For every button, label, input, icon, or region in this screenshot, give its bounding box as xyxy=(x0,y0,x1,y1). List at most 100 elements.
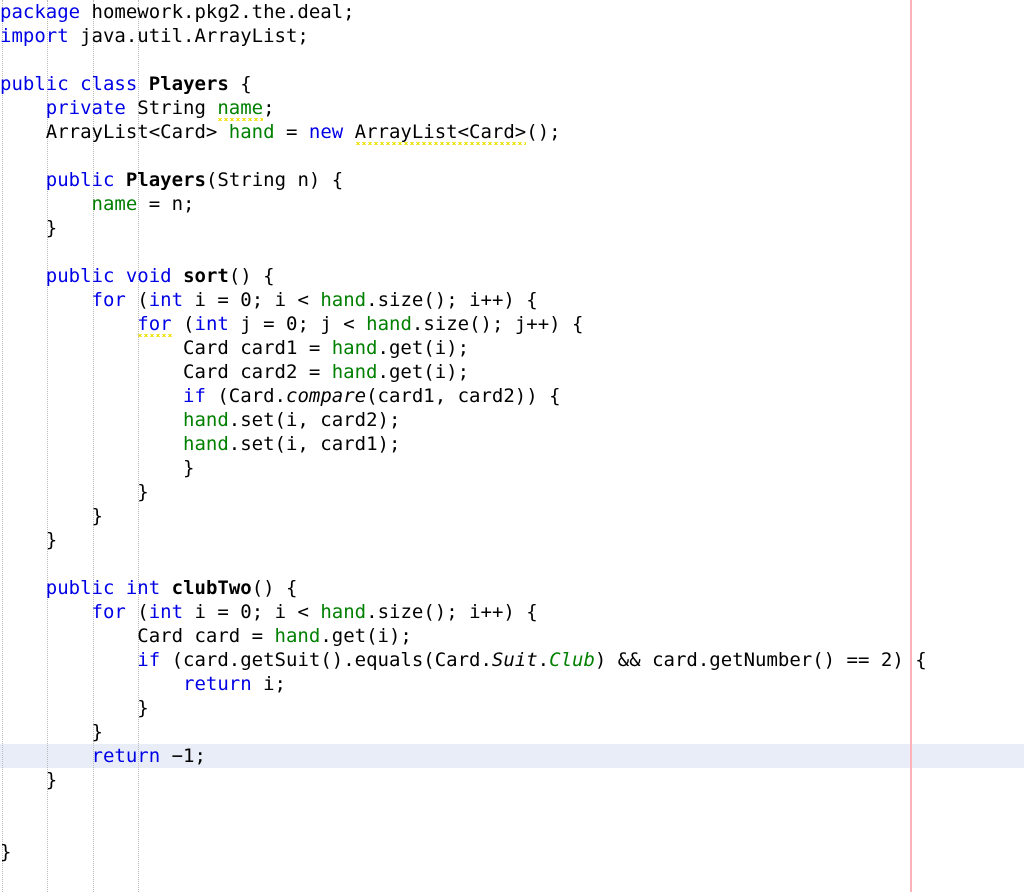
code-line[interactable]: return −1; xyxy=(0,744,927,768)
code-token: i = xyxy=(183,601,241,623)
code-token: public xyxy=(45,577,115,599)
code-line[interactable]: Card card2 = hand.get(i); xyxy=(0,360,927,384)
code-line[interactable]: import java.util.ArrayList; xyxy=(0,24,927,48)
code-token: } xyxy=(0,457,195,479)
code-token: ; i < xyxy=(251,289,321,311)
code-token: return xyxy=(91,745,161,767)
code-line[interactable]: for (int j = 0; j < hand.size(); j++) { xyxy=(0,312,927,336)
code-line[interactable] xyxy=(0,240,927,264)
code-content[interactable]: package homework.pkg2.the.deal; import ja… xyxy=(0,0,927,864)
code-token: } xyxy=(0,697,149,719)
code-token: public xyxy=(0,73,69,95)
code-token: } xyxy=(0,769,58,791)
code-line[interactable]: hand.set(i, card1); xyxy=(0,432,927,456)
code-token: .get(i); xyxy=(320,625,412,647)
code-line[interactable]: public void sort() { xyxy=(0,264,927,288)
code-line[interactable]: } xyxy=(0,504,927,528)
code-token: hand xyxy=(320,601,367,623)
code-token: if xyxy=(137,649,161,671)
code-line[interactable]: for (int i = 0; i < hand.size(); i++) { xyxy=(0,288,927,312)
code-line[interactable]: for (int i = 0; i < hand.size(); i++) { xyxy=(0,600,927,624)
code-token: (card1, card2)) { xyxy=(366,385,561,407)
code-line[interactable]: } xyxy=(0,720,927,744)
code-token: } xyxy=(0,481,149,503)
code-line[interactable]: name = n; xyxy=(0,192,927,216)
code-line[interactable] xyxy=(0,816,927,840)
code-line[interactable] xyxy=(0,144,927,168)
code-token: int xyxy=(125,577,161,599)
code-token-warning: for xyxy=(137,313,172,335)
code-token: ( xyxy=(125,289,149,311)
code-token: hand xyxy=(183,433,229,455)
code-token: .set(i, card1); xyxy=(228,433,401,455)
code-line[interactable]: Card card1 = hand.get(i); xyxy=(0,336,927,360)
code-token-warning: name xyxy=(217,97,264,119)
code-line[interactable]: package homework.pkg2.the.deal; xyxy=(0,0,927,24)
code-line[interactable]: ArrayList<Card> hand = new ArrayList<Car… xyxy=(0,120,927,144)
code-token: int xyxy=(148,601,184,623)
code-token: 2 xyxy=(880,649,893,671)
code-line[interactable] xyxy=(0,48,927,72)
code-token: } xyxy=(0,217,58,239)
code-line[interactable]: hand.set(i, card2); xyxy=(0,408,927,432)
code-line[interactable]: } xyxy=(0,480,927,504)
code-token: ) { xyxy=(892,649,927,671)
code-token: hand xyxy=(320,289,367,311)
code-line[interactable]: public int clubTwo() { xyxy=(0,576,927,600)
code-token: ; xyxy=(194,745,206,767)
code-token: ; j < xyxy=(297,313,367,335)
code-token: (card.getSuit().equals(Card. xyxy=(160,649,492,671)
code-editor[interactable]: package homework.pkg2.the.deal; import ja… xyxy=(0,0,1024,892)
code-token: java.util.ArrayList; xyxy=(68,25,309,47)
code-line[interactable]: } xyxy=(0,528,927,552)
code-line[interactable]: Card card = hand.get(i); xyxy=(0,624,927,648)
code-token: ; xyxy=(263,97,275,119)
code-line[interactable] xyxy=(0,552,927,576)
code-token: hand xyxy=(274,625,321,647)
code-token: clubTwo xyxy=(171,577,252,599)
code-token: i; xyxy=(251,673,286,695)
code-line[interactable]: if (Card.compare(card1, card2)) { xyxy=(0,384,927,408)
code-line[interactable]: } xyxy=(0,768,927,792)
code-token: hand xyxy=(366,313,412,335)
code-token: String xyxy=(125,97,218,119)
code-token: return xyxy=(183,673,252,695)
code-line[interactable]: if (card.getSuit().equals(Card.Suit.Club… xyxy=(0,648,927,672)
code-line[interactable]: public Players(String n) { xyxy=(0,168,927,192)
code-token: (); xyxy=(526,121,561,143)
code-token: import xyxy=(0,25,69,47)
code-line[interactable] xyxy=(0,792,927,816)
code-token: void xyxy=(125,265,172,287)
code-token: Suit xyxy=(491,649,538,671)
code-line[interactable]: } xyxy=(0,840,927,864)
code-line[interactable]: } xyxy=(0,696,927,720)
code-line[interactable]: } xyxy=(0,456,927,480)
code-token: ( xyxy=(125,601,149,623)
code-token-warning: ArrayList<Card> xyxy=(354,121,527,143)
code-line[interactable]: private String name; xyxy=(0,96,927,120)
code-token: homework.pkg2.the.deal; xyxy=(80,1,355,23)
code-line[interactable]: public class Players { xyxy=(0,72,927,96)
code-line[interactable]: } xyxy=(0,216,927,240)
code-token: name xyxy=(91,193,138,215)
code-token: if xyxy=(183,385,206,407)
code-token: package xyxy=(0,1,81,23)
code-token: ; i < xyxy=(251,601,321,623)
code-line[interactable]: return i; xyxy=(0,672,927,696)
